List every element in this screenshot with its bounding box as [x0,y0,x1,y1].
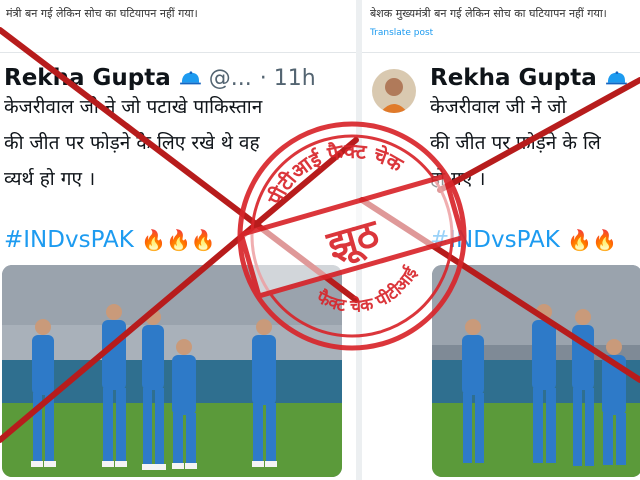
fake-news-overlay: पीटीआई फैक्ट चेक फैक्ट चेक पीटीआई झूठ [0,27,640,443]
fact-check-stamp: पीटीआई फैक्ट चेक फैक्ट चेक पीटीआई झूठ [237,121,467,351]
cross-line [0,137,359,443]
cross-line [437,77,640,193]
